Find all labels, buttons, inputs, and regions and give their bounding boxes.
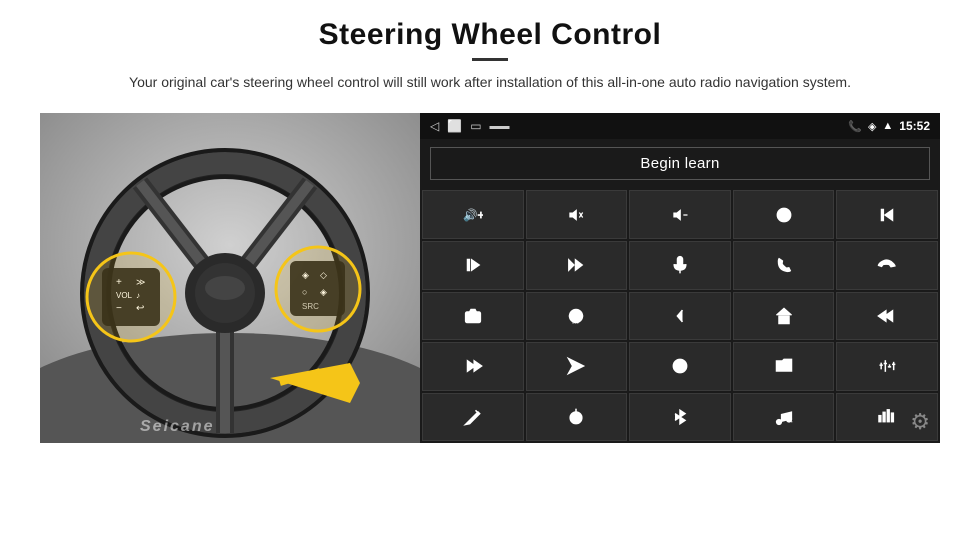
begin-learn-button[interactable]: Begin learn	[430, 147, 930, 180]
power-button[interactable]	[733, 190, 835, 239]
wifi-icon: ◈	[868, 120, 876, 133]
fast-forward-button[interactable]	[422, 342, 524, 391]
svg-text:*: *	[790, 421, 792, 427]
android-panel: ◁ ⬜ ▭ ▬▬ 📞 ◈ ▲ 15:52 Begin learn	[420, 113, 940, 443]
360-button[interactable]: 360°	[526, 292, 628, 341]
bluetooth-button[interactable]	[629, 393, 731, 442]
skip-back-button[interactable]	[836, 292, 938, 341]
music-button[interactable]: *	[733, 393, 835, 442]
phone-button[interactable]	[733, 241, 835, 290]
prev-next-button[interactable]	[526, 241, 628, 290]
time-display: 15:52	[899, 119, 930, 133]
recents-icon: ▭	[470, 119, 481, 133]
pen-button[interactable]	[422, 393, 524, 442]
settings-gear-icon[interactable]: ⚙	[910, 409, 930, 435]
mic-button[interactable]	[629, 241, 731, 290]
svg-text:🔊+: 🔊+	[463, 208, 483, 222]
title-section: Steering Wheel Control Your original car…	[129, 18, 851, 107]
folder-button[interactable]	[733, 342, 835, 391]
back-icon: ◁	[430, 119, 439, 133]
next-button[interactable]	[422, 241, 524, 290]
title-divider	[472, 58, 508, 61]
steering-wheel-image: + VOL − ≫ ♪ ↩ ◈ ◇ ○ ◈ SRC S	[40, 113, 420, 443]
sim-icon: ▬▬	[490, 121, 510, 132]
home-icon: ⬜	[447, 119, 462, 133]
power2-button[interactable]	[526, 393, 628, 442]
begin-learn-row: Begin learn	[420, 139, 940, 188]
vol-down-button[interactable]	[526, 190, 628, 239]
signal-icon: ▲	[882, 120, 893, 132]
page-title: Steering Wheel Control	[129, 18, 851, 52]
status-bar: ◁ ⬜ ▭ ▬▬ 📞 ◈ ▲ 15:52	[420, 113, 940, 139]
call-icon: 📞	[848, 120, 862, 133]
status-left-icons: ◁ ⬜ ▭ ▬▬	[430, 119, 510, 133]
back-nav-button[interactable]	[629, 292, 731, 341]
home-nav-button[interactable]	[733, 292, 835, 341]
hangup-button[interactable]	[836, 241, 938, 290]
controls-grid: 🔊+	[420, 188, 940, 443]
vol-mute-button[interactable]	[629, 190, 731, 239]
svg-text:360°: 360°	[572, 319, 581, 324]
subtitle-text: Your original car's steering wheel contr…	[129, 71, 851, 93]
camera-button[interactable]	[422, 292, 524, 341]
svg-text:Seicane: Seicane	[140, 418, 214, 435]
eq-button[interactable]	[836, 342, 938, 391]
swap-button[interactable]	[629, 342, 731, 391]
vol-up-button[interactable]: 🔊+	[422, 190, 524, 239]
prev-track-button[interactable]	[836, 190, 938, 239]
status-right-icons: 📞 ◈ ▲ 15:52	[848, 119, 930, 133]
content-row: + VOL − ≫ ♪ ↩ ◈ ◇ ○ ◈ SRC S	[40, 113, 940, 443]
navigate-button[interactable]	[526, 342, 628, 391]
